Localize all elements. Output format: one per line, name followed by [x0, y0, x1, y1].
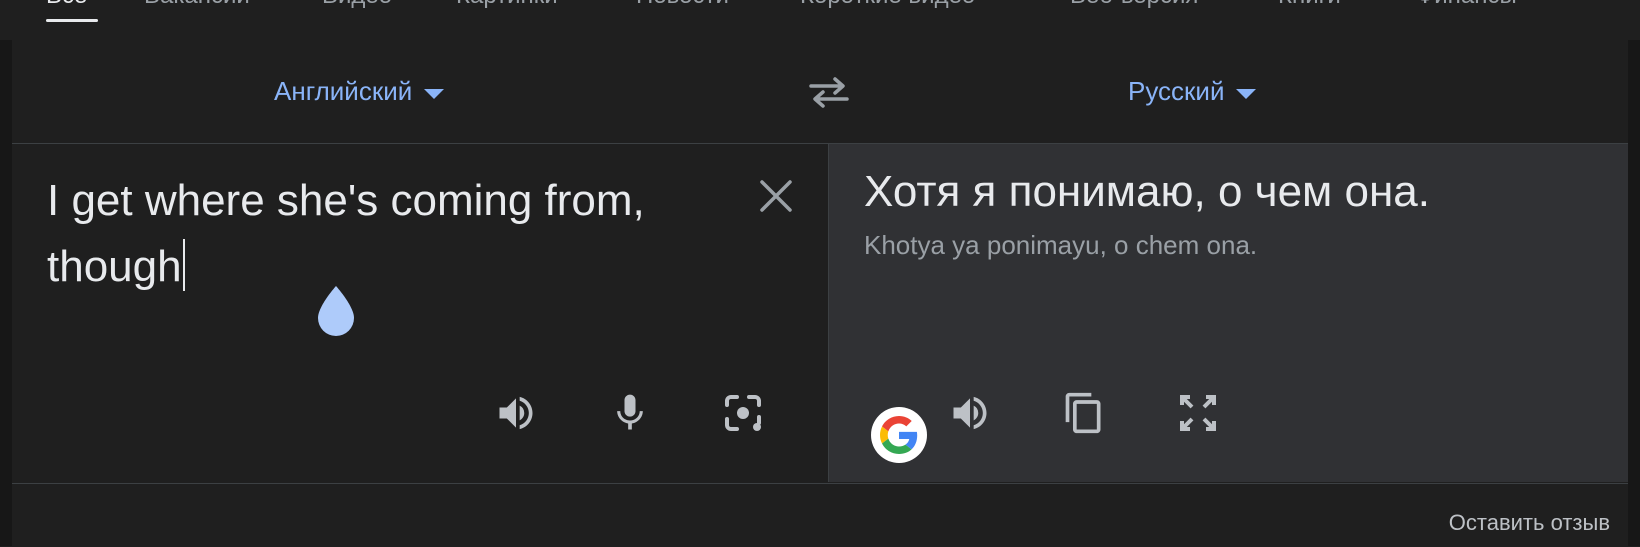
- tab-news[interactable]: Новости: [636, 0, 729, 10]
- source-language-select[interactable]: Английский: [274, 76, 445, 107]
- source-text: I get where she's coming from, though: [47, 176, 645, 291]
- close-icon[interactable]: [756, 176, 796, 216]
- tab-finance[interactable]: Финансы: [1416, 0, 1517, 10]
- left-edge: [0, 40, 12, 546]
- active-tab-indicator: [46, 19, 98, 22]
- tab-short-videos[interactable]: Короткие видео: [800, 0, 975, 10]
- speaker-icon[interactable]: [946, 389, 994, 437]
- search-tabs: Все Вакансии Видео Картинки Новости Коро…: [0, 0, 1640, 40]
- tab-images[interactable]: Картинки: [456, 0, 558, 10]
- transliteration-text: Khotya ya ponimayu, o chem ona.: [864, 230, 1258, 260]
- source-text-input[interactable]: I get where she's coming from, though: [47, 168, 667, 300]
- tab-all[interactable]: Все: [46, 0, 87, 10]
- chevron-down-icon: [424, 88, 445, 99]
- tab-videos[interactable]: Видео: [322, 0, 392, 10]
- feedback-link[interactable]: Оставить отзыв: [1449, 510, 1610, 536]
- text-cursor: [182, 239, 185, 291]
- right-edge: [1628, 40, 1640, 546]
- tab-jobs[interactable]: Вакансии: [144, 0, 250, 10]
- speaker-icon[interactable]: [492, 389, 540, 437]
- language-bar: Английский Русский: [12, 40, 1628, 144]
- fullscreen-icon[interactable]: [1174, 389, 1222, 437]
- tab-web[interactable]: Веб-версия: [1070, 0, 1198, 10]
- translation-text: Хотя я понимаю, о чем она.: [864, 167, 1430, 216]
- google-logo-icon[interactable]: [871, 407, 927, 463]
- source-panel: I get where she's coming from, though: [12, 144, 829, 482]
- target-language-select[interactable]: Русский: [1128, 76, 1257, 107]
- microphone-icon[interactable]: [606, 389, 654, 437]
- footer: Оставить отзыв: [12, 483, 1628, 547]
- camera-icon[interactable]: [719, 389, 767, 437]
- target-language-label: Русский: [1128, 76, 1225, 106]
- target-panel: Хотя я понимаю, о чем она. Khotya ya pon…: [829, 144, 1628, 482]
- source-language-label: Английский: [274, 76, 413, 106]
- tab-books[interactable]: Книги: [1278, 0, 1341, 10]
- copy-icon[interactable]: [1060, 389, 1108, 437]
- cursor-handle[interactable]: [314, 284, 358, 338]
- swap-arrows-icon[interactable]: [807, 72, 851, 112]
- chevron-down-icon: [1236, 88, 1257, 99]
